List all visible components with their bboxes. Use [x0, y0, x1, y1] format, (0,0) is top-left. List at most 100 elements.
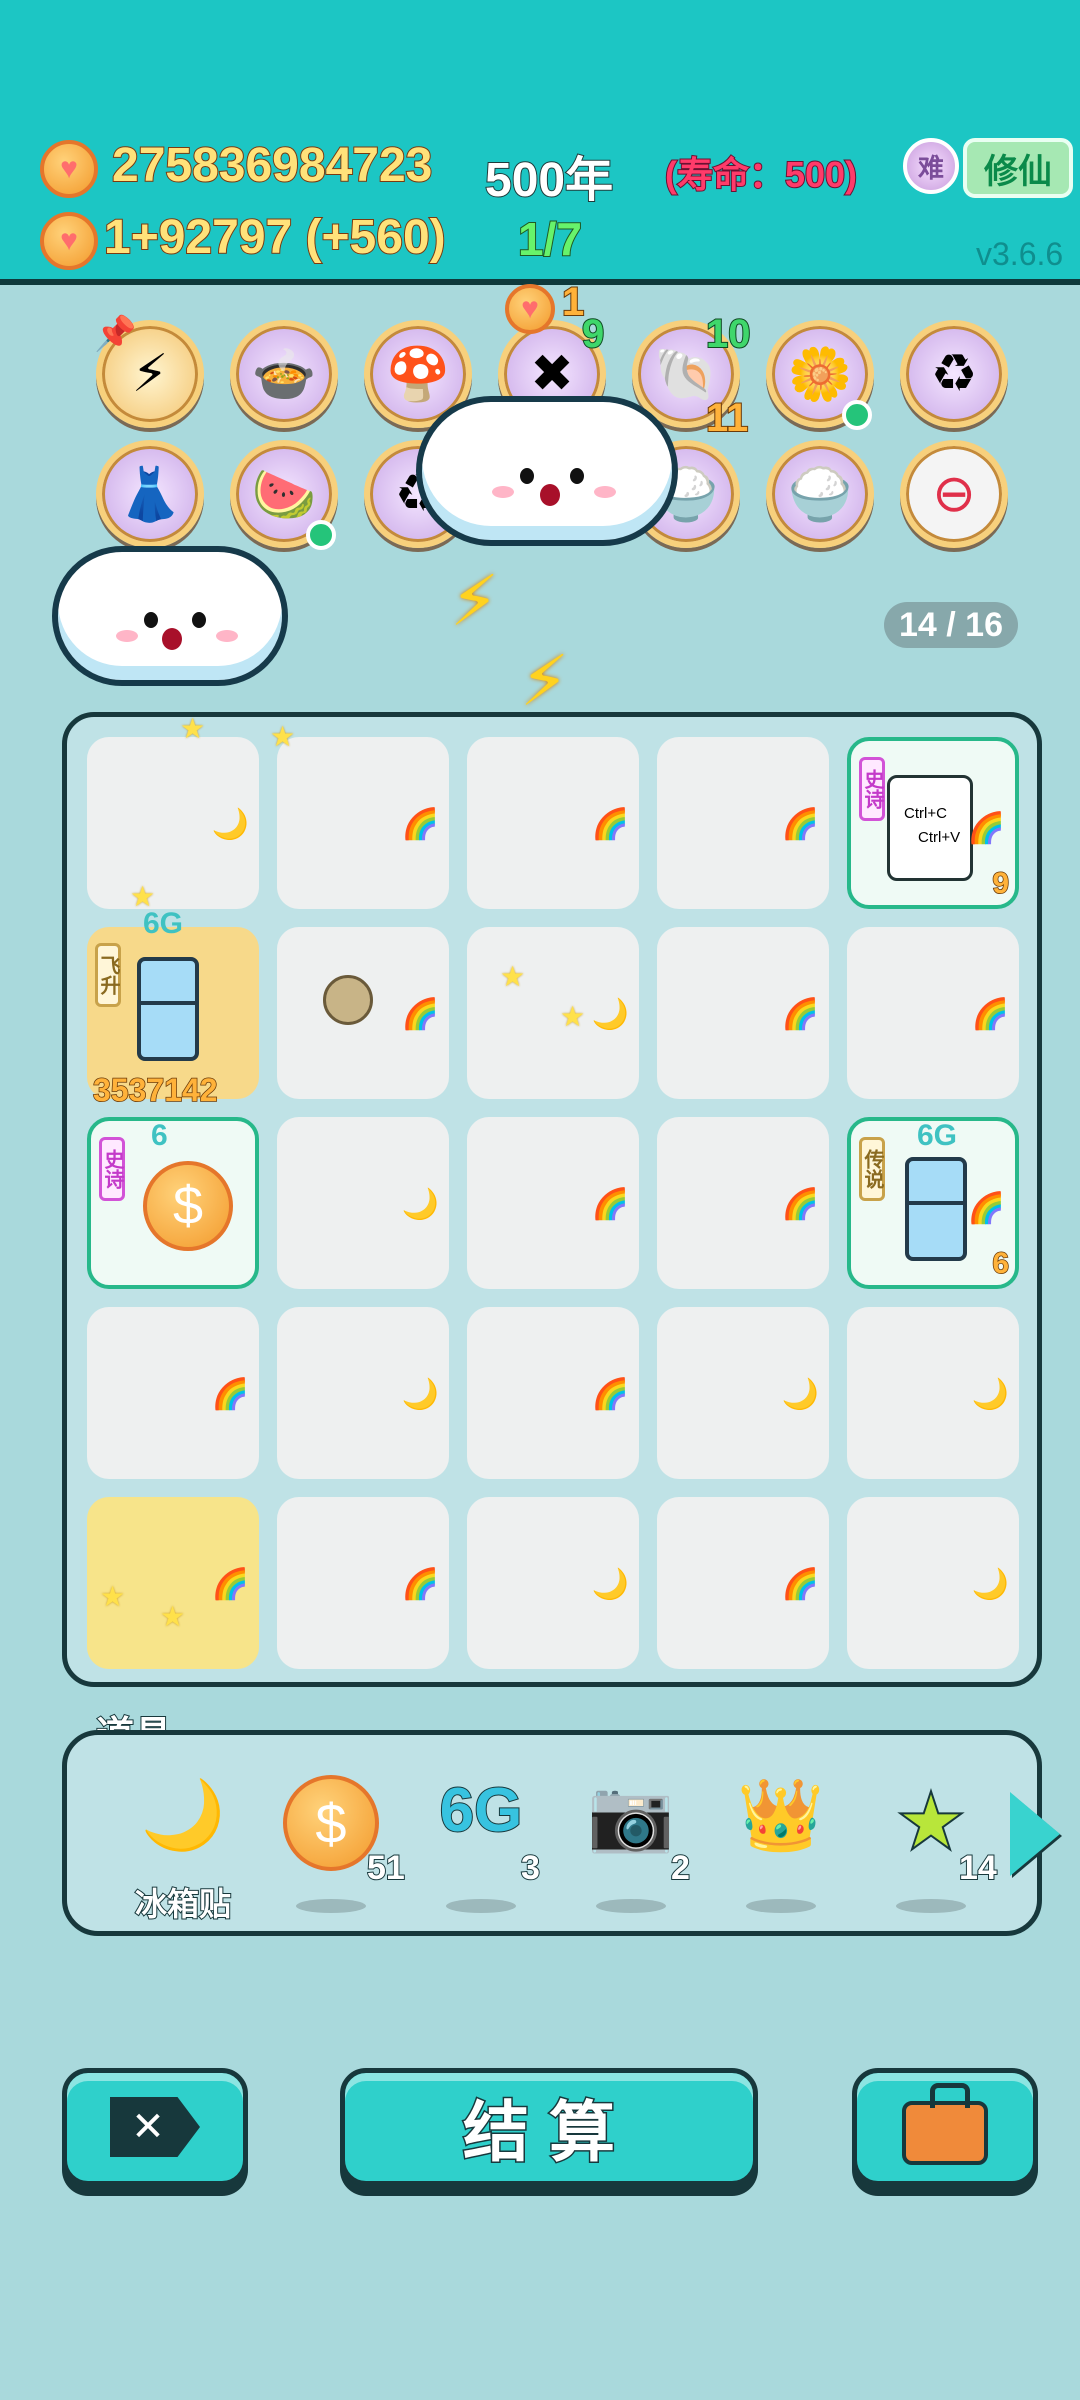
difficulty-badge[interactable]: 难 — [903, 138, 959, 194]
item-star[interactable]: ★ 14 — [871, 1775, 998, 1915]
items-panel: 🌙 冰箱贴 $ 51 6G 3 📷 2 👑 ★ 14 — [62, 1730, 1042, 1936]
version-label: v3.6.6 — [976, 236, 1064, 272]
paste-text: Ctrl+V — [918, 829, 961, 846]
game-board: 🌙 🌈 🌈 🌈 史诗 Ctrl+C Ctrl+V 🌈 9 飞升 6G 35371… — [62, 712, 1042, 1687]
board-cell[interactable]: 🌈 — [657, 1497, 829, 1669]
item-count: 14 — [958, 1848, 998, 1888]
rainbow-icon: 🌈 — [781, 998, 819, 1031]
minus-circle-icon: ⊖ — [932, 465, 976, 523]
fridge-icon — [905, 1157, 967, 1261]
fridge-icon — [137, 957, 199, 1061]
board-cell[interactable]: 🌈 — [277, 1497, 449, 1669]
star-icon: ★ — [270, 721, 296, 752]
6g-icon: 6G — [439, 1775, 524, 1846]
moon-icon: 🌙 — [591, 1568, 629, 1601]
board-cell-fridge-legend[interactable]: 传说 6G 🌈 6 — [847, 1117, 1019, 1289]
item-count: 2 — [670, 1848, 691, 1888]
board-cell[interactable]: 🌈 — [657, 927, 829, 1099]
rainbow-icon: 🌈 — [591, 1378, 629, 1411]
crown-icon: 👑 — [737, 1776, 825, 1854]
item-fridge-sticker[interactable]: 🌙 冰箱贴 — [123, 1775, 243, 1923]
flower-pot-icon: 🌼 — [787, 345, 853, 404]
year-counter: 500年 — [484, 153, 614, 208]
board-cell[interactable]: 🌙 — [847, 1307, 1019, 1479]
settle-button[interactable]: 结算 — [340, 2068, 758, 2186]
board-cell-epic[interactable]: 史诗 6 $ — [87, 1117, 259, 1289]
exit-button[interactable]: ✕ — [62, 2068, 248, 2186]
shell-count-bottom: 11 — [705, 395, 749, 441]
rice-cooker-ability[interactable]: 🍲 — [230, 320, 338, 428]
moon-icon: 🌙 — [211, 808, 249, 841]
camera-icon: 📷 — [587, 1776, 675, 1854]
board-cell[interactable]: 🌙 — [847, 1497, 1019, 1669]
shell-count-top: 10 — [705, 311, 751, 357]
backpack-button[interactable] — [852, 2068, 1038, 2186]
moon-icon: 🌙 — [401, 1188, 439, 1221]
ready-dot — [306, 520, 336, 550]
rainbow-icon: 🌈 — [211, 1568, 249, 1601]
item-name: 冰箱贴 — [134, 1885, 232, 1923]
lifespan-text: (寿命：500) — [664, 153, 858, 196]
copy-text: Ctrl+C — [904, 805, 947, 822]
board-cell[interactable]: 🌈 — [657, 737, 829, 909]
board-cell-fridge-ascend[interactable]: 飞升 6G 3537142 — [87, 907, 259, 1109]
item-count: 3 — [520, 1848, 541, 1888]
pin-icon: 📌 — [94, 315, 137, 353]
item-crown[interactable]: 👑 — [721, 1775, 841, 1915]
item-camera[interactable]: 📷 2 — [571, 1775, 691, 1915]
board-cell[interactable]: 🌈 — [467, 1117, 639, 1289]
copy-paste-card: Ctrl+C Ctrl+V — [887, 775, 973, 881]
stage-progress: 1/7 — [517, 212, 583, 266]
board-cell[interactable]: 🌙 — [277, 1117, 449, 1289]
close-icon: ✖ — [530, 345, 574, 403]
moon-icon: 🌙 — [781, 1378, 819, 1411]
moon-icon: 🌙 — [591, 998, 629, 1031]
lightning-icon: ⚡ — [131, 345, 169, 403]
board-cell[interactable]: 🌙 — [87, 737, 259, 909]
coin-icon: ♥ — [505, 284, 555, 334]
rainbow-icon: 🌈 — [591, 808, 629, 841]
briefcase-icon — [902, 2083, 988, 2165]
rainbow-icon: 🌈 — [971, 998, 1009, 1031]
item-6g[interactable]: 6G 3 — [421, 1775, 541, 1915]
board-cell[interactable]: 🌈 — [277, 737, 449, 909]
board-cell[interactable]: 🌈 — [467, 737, 639, 909]
ready-dot — [842, 400, 872, 430]
rarity-tag: 史诗 — [99, 1137, 125, 1201]
board-cell[interactable]: 🌙 — [277, 1307, 449, 1479]
center-count-green: 9 — [581, 311, 605, 357]
board-cell[interactable]: 🌈 — [467, 1307, 639, 1479]
mushroom-cloud-icon: 🍄 — [385, 345, 451, 404]
board-cell[interactable]: 🌈 — [87, 1307, 259, 1479]
cloud-mascot — [416, 396, 678, 546]
remove-ability[interactable]: ⊖ — [900, 440, 1008, 548]
rainbow-icon: 🌈 — [401, 1568, 439, 1601]
board-cell-copy-paste[interactable]: 史诗 Ctrl+C Ctrl+V 🌈 9 — [847, 737, 1019, 909]
skirt-ability[interactable]: 👗 — [96, 440, 204, 548]
rice-bowl-upgrade-ability[interactable]: 🍚 — [766, 440, 874, 548]
board-cell[interactable]: 🌈 — [657, 1117, 829, 1289]
cell-count: 3537142 — [92, 1071, 218, 1109]
moon-icon: 🌙 — [401, 1378, 439, 1411]
coin-icon: ♥ — [40, 140, 98, 198]
income-text: 1+92797 (+560) — [103, 210, 447, 265]
coin-icon: ♥ — [40, 212, 98, 270]
board-cell[interactable]: 🌙 — [657, 1307, 829, 1479]
slot-counter: 14 / 16 — [884, 602, 1018, 648]
rice-bowl-upgrade-icon: 🍚 — [787, 465, 853, 524]
cell-top-label: 6G — [917, 1119, 958, 1152]
board-cell[interactable]: 🌙 — [467, 1497, 639, 1669]
board-cell[interactable]: 🌈 — [277, 927, 449, 1099]
coin-icon: $ — [283, 1775, 379, 1871]
recycle-ability[interactable]: ♻ — [900, 320, 1008, 428]
lightning-icon: ⚡ — [520, 642, 570, 720]
board-cell[interactable]: 🌈 — [847, 927, 1019, 1099]
cultivate-button[interactable]: 修仙 — [963, 138, 1073, 198]
board-cell[interactable]: 🌙 — [467, 927, 639, 1099]
star-icon: ★ — [160, 1601, 186, 1632]
item-coin[interactable]: $ 51 — [271, 1775, 406, 1915]
star-icon: ★ — [130, 881, 156, 912]
rainbow-icon: 🌈 — [781, 1568, 819, 1601]
items-next-arrow-icon[interactable] — [1010, 1792, 1060, 1876]
rainbow-icon: 🌈 — [967, 812, 1005, 845]
